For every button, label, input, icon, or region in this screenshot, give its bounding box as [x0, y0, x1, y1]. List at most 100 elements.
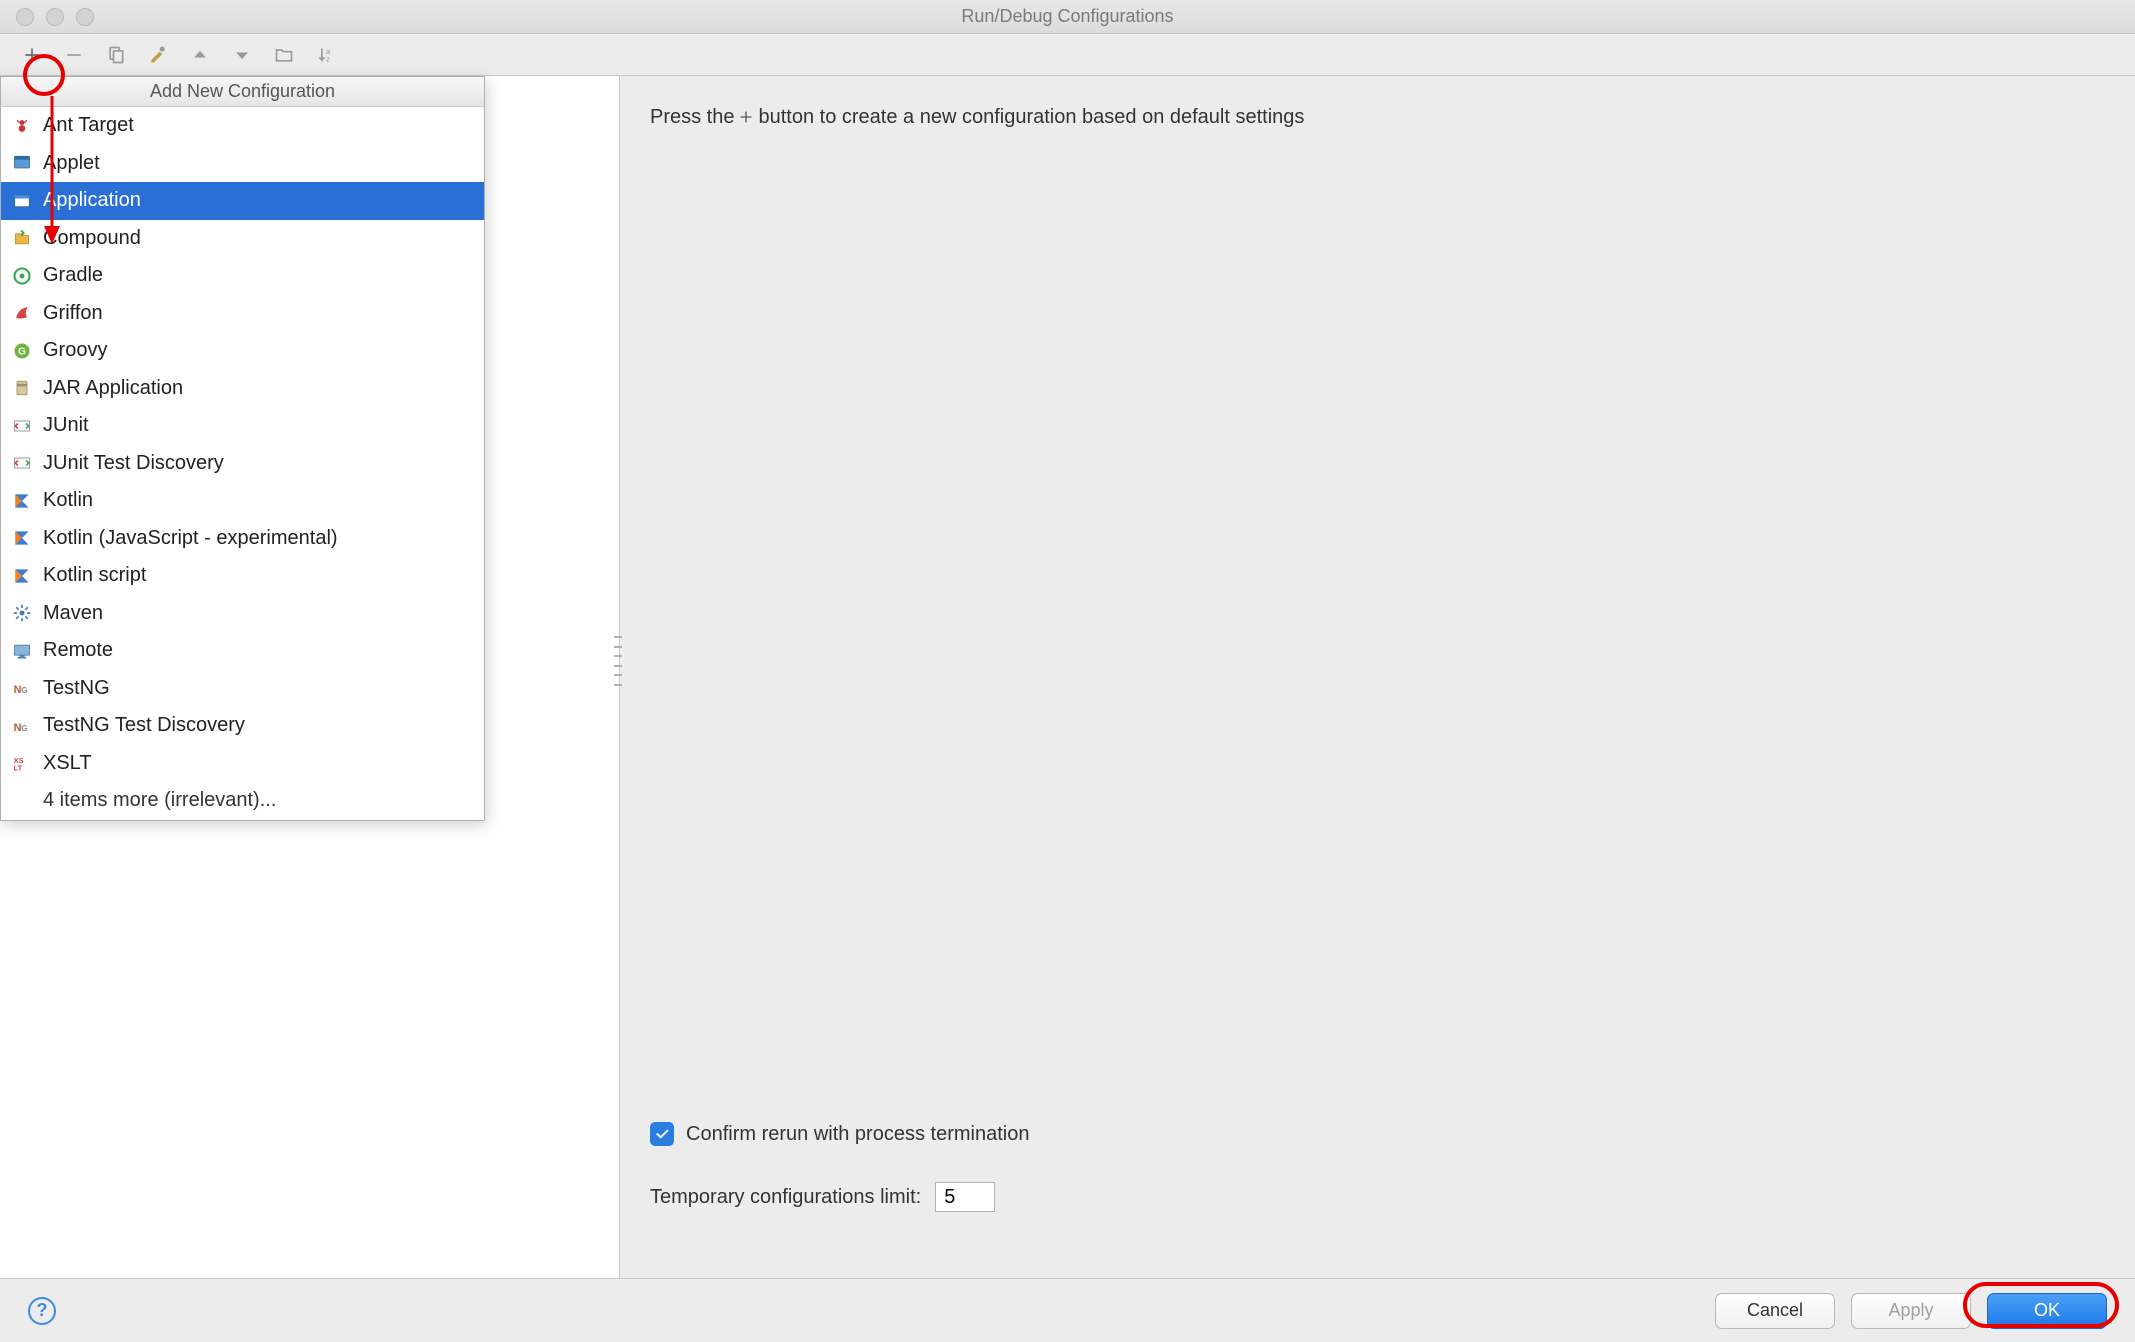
xslt-icon: XSLT — [11, 752, 33, 774]
popup-header: Add New Configuration — [1, 77, 484, 107]
config-toolbar: az — [0, 34, 2135, 76]
more-items-row[interactable]: 4 items more (irrelevant)... — [1, 782, 484, 820]
testng-icon: NG — [11, 715, 33, 737]
junit-icon — [11, 452, 33, 474]
svg-text:G: G — [21, 685, 27, 695]
ant-icon — [11, 115, 33, 137]
main-area: Add New Configuration Ant Target Applet Ap… — [0, 76, 2135, 1278]
run-debug-configurations-window: Run/Debug Configurations az — [0, 0, 2135, 1342]
application-icon — [11, 190, 33, 212]
config-type-kotlin-javascript-experimental-[interactable]: Kotlin (JavaScript - experimental) — [1, 520, 484, 558]
ok-button[interactable]: OK — [1987, 1293, 2107, 1329]
config-type-gradle[interactable]: Gradle — [1, 257, 484, 295]
config-type-xslt[interactable]: XSLT XSLT — [1, 745, 484, 783]
gradle-icon — [11, 265, 33, 287]
config-type-label: Kotlin — [43, 489, 93, 512]
jar-icon — [11, 377, 33, 399]
svg-text:z: z — [326, 54, 330, 63]
config-type-junit[interactable]: JUnit — [1, 407, 484, 445]
config-type-ant-target[interactable]: Ant Target — [1, 107, 484, 145]
splitter-grip[interactable] — [614, 636, 622, 686]
config-type-label: Kotlin (JavaScript - experimental) — [43, 527, 338, 550]
config-type-label: Application — [43, 189, 141, 212]
config-type-label: Kotlin script — [43, 564, 146, 587]
config-type-groovy[interactable]: G Groovy — [1, 332, 484, 370]
config-type-label: TestNG — [43, 677, 110, 700]
config-type-label: XSLT — [43, 752, 92, 775]
config-type-label: JUnit Test Discovery — [43, 452, 224, 475]
config-type-label: JUnit — [43, 414, 89, 437]
empty-state-hint: Press the button to create a new configu… — [650, 106, 2105, 129]
sort-button[interactable]: az — [314, 43, 338, 67]
groovy-icon: G — [11, 340, 33, 362]
more-items-label: 4 items more (irrelevant)... — [43, 789, 276, 812]
hint-text-pre: Press the — [650, 106, 734, 129]
plus-icon — [736, 107, 756, 127]
config-type-jar-application[interactable]: JAR Application — [1, 370, 484, 408]
config-type-testng[interactable]: NG TestNG — [1, 670, 484, 708]
confirm-rerun-label: Confirm rerun with process termination — [686, 1123, 1029, 1146]
temp-limit-label: Temporary configurations limit: — [650, 1186, 921, 1209]
config-type-label: JAR Application — [43, 377, 183, 400]
config-type-label: Griffon — [43, 302, 103, 325]
maven-icon — [11, 602, 33, 624]
move-down-button[interactable] — [230, 43, 254, 67]
cancel-button[interactable]: Cancel — [1715, 1293, 1835, 1329]
config-type-kotlin[interactable]: Kotlin — [1, 482, 484, 520]
zoom-window-button[interactable] — [76, 8, 94, 26]
temp-limit-row: Temporary configurations limit: — [650, 1182, 2105, 1212]
kotlin-icon — [11, 490, 33, 512]
config-type-label: Groovy — [43, 339, 107, 362]
config-type-applet[interactable]: Applet — [1, 145, 484, 183]
griffon-icon — [11, 302, 33, 324]
edit-defaults-button[interactable] — [146, 43, 170, 67]
config-type-label: Remote — [43, 639, 113, 662]
svg-text:G: G — [21, 723, 27, 733]
config-type-kotlin-script[interactable]: Kotlin script — [1, 557, 484, 595]
config-type-maven[interactable]: Maven — [1, 595, 484, 633]
confirm-rerun-row: Confirm rerun with process termination — [650, 1122, 2105, 1146]
config-type-testng-test-discovery[interactable]: NG TestNG Test Discovery — [1, 707, 484, 745]
kotlin-icon — [11, 527, 33, 549]
testng-icon: NG — [11, 677, 33, 699]
kotlin-icon — [11, 565, 33, 587]
config-type-compound[interactable]: Compound — [1, 220, 484, 258]
svg-text:LT: LT — [14, 764, 23, 773]
config-type-griffon[interactable]: Griffon — [1, 295, 484, 333]
apply-button[interactable]: Apply — [1851, 1293, 1971, 1329]
junit-icon — [11, 415, 33, 437]
svg-text:G: G — [18, 346, 26, 357]
config-type-label: Compound — [43, 227, 141, 250]
config-type-application[interactable]: Application — [1, 182, 484, 220]
add-new-config-popup: Add New Configuration Ant Target Applet Ap… — [0, 76, 485, 821]
content-panel: Press the button to create a new configu… — [620, 76, 2135, 1278]
confirm-rerun-checkbox[interactable] — [650, 1122, 674, 1146]
dialog-footer: ? Cancel Apply OK — [0, 1278, 2135, 1342]
applet-icon — [11, 152, 33, 174]
compound-icon — [11, 227, 33, 249]
titlebar: Run/Debug Configurations — [0, 0, 2135, 34]
remove-config-button[interactable] — [62, 43, 86, 67]
config-type-label: TestNG Test Discovery — [43, 714, 245, 737]
remote-icon — [11, 640, 33, 662]
hint-text-post: button to create a new configuration bas… — [758, 106, 1304, 129]
folder-button[interactable] — [272, 43, 296, 67]
window-controls — [0, 8, 94, 26]
help-button[interactable]: ? — [28, 1297, 56, 1325]
config-type-label: Gradle — [43, 264, 103, 287]
move-up-button[interactable] — [188, 43, 212, 67]
config-sidebar: Add New Configuration Ant Target Applet Ap… — [0, 76, 620, 1278]
add-config-button[interactable] — [20, 43, 44, 67]
config-type-label: Maven — [43, 602, 103, 625]
config-type-label: Ant Target — [43, 114, 134, 137]
config-type-remote[interactable]: Remote — [1, 632, 484, 670]
minimize-window-button[interactable] — [46, 8, 64, 26]
window-title: Run/Debug Configurations — [0, 6, 2135, 27]
close-window-button[interactable] — [16, 8, 34, 26]
temp-limit-input[interactable] — [935, 1182, 995, 1212]
bottom-controls: Confirm rerun with process termination T… — [650, 1122, 2105, 1248]
config-type-label: Applet — [43, 152, 100, 175]
config-type-list: Ant Target Applet Application Compound Gradl… — [1, 107, 484, 782]
config-type-junit-test-discovery[interactable]: JUnit Test Discovery — [1, 445, 484, 483]
copy-config-button[interactable] — [104, 43, 128, 67]
